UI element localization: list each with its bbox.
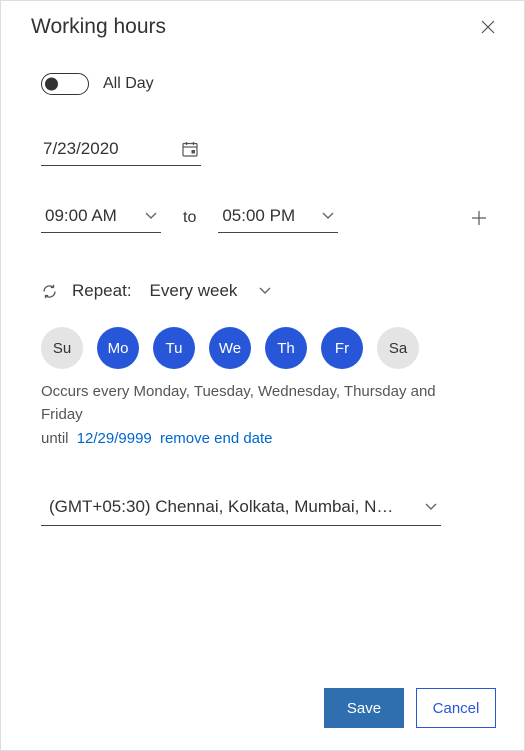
day-label: Tu — [166, 340, 183, 357]
remove-end-date-link[interactable]: remove end date — [160, 430, 273, 447]
repeat-value: Every week — [150, 281, 238, 301]
date-value: 7/23/2020 — [43, 139, 119, 159]
day-friday[interactable]: Fr — [321, 327, 363, 369]
all-day-toggle[interactable] — [41, 73, 89, 95]
day-label: Su — [53, 340, 71, 357]
day-tuesday[interactable]: Tu — [153, 327, 195, 369]
plus-icon — [470, 209, 488, 227]
until-label: until — [41, 430, 69, 447]
calendar-icon[interactable] — [181, 140, 199, 158]
chevron-down-icon — [259, 287, 271, 295]
day-label: Fr — [335, 340, 349, 357]
add-time-slot-button[interactable] — [464, 203, 494, 233]
end-date-link[interactable]: 12/29/9999 — [77, 430, 152, 447]
start-time-select[interactable]: 09:00 AM — [41, 202, 161, 233]
day-label: Mo — [108, 340, 129, 357]
dialog-body: All Day 7/23/2020 09:00 AM to — [1, 47, 524, 672]
chevron-down-icon — [145, 212, 157, 220]
timezone-select[interactable]: (GMT+05:30) Chennai, Kolkata, Mumbai, Ne… — [41, 493, 441, 526]
day-monday[interactable]: Mo — [97, 327, 139, 369]
end-time-value: 05:00 PM — [222, 206, 295, 226]
repeat-frequency-select[interactable]: Every week — [146, 279, 276, 303]
start-time-value: 09:00 AM — [45, 206, 117, 226]
close-button[interactable] — [476, 15, 500, 39]
day-label: Sa — [389, 340, 407, 357]
date-field[interactable]: 7/23/2020 — [41, 135, 201, 166]
recurrence-end: until 12/29/9999 remove end date — [41, 430, 494, 447]
repeat-label: Repeat: — [72, 281, 132, 301]
close-icon — [481, 20, 495, 34]
day-saturday[interactable]: Sa — [377, 327, 419, 369]
day-label: We — [219, 340, 241, 357]
timezone-value: (GMT+05:30) Chennai, Kolkata, Mumbai, Ne… — [49, 497, 399, 517]
end-time-select[interactable]: 05:00 PM — [218, 202, 338, 233]
time-to-label: to — [183, 209, 196, 227]
toggle-knob — [45, 78, 58, 91]
dialog-footer: Save Cancel — [1, 672, 524, 750]
day-label: Th — [277, 340, 295, 357]
recurrence-description: Occurs every Monday, Tuesday, Wednesday,… — [41, 381, 441, 426]
cancel-button[interactable]: Cancel — [416, 688, 496, 728]
day-thursday[interactable]: Th — [265, 327, 307, 369]
day-wednesday[interactable]: We — [209, 327, 251, 369]
chevron-down-icon — [322, 212, 334, 220]
save-button[interactable]: Save — [324, 688, 404, 728]
refresh-icon — [41, 283, 58, 300]
all-day-label: All Day — [103, 75, 154, 93]
day-sunday[interactable]: Su — [41, 327, 83, 369]
dialog-title: Working hours — [31, 15, 166, 39]
chevron-down-icon — [425, 503, 437, 511]
